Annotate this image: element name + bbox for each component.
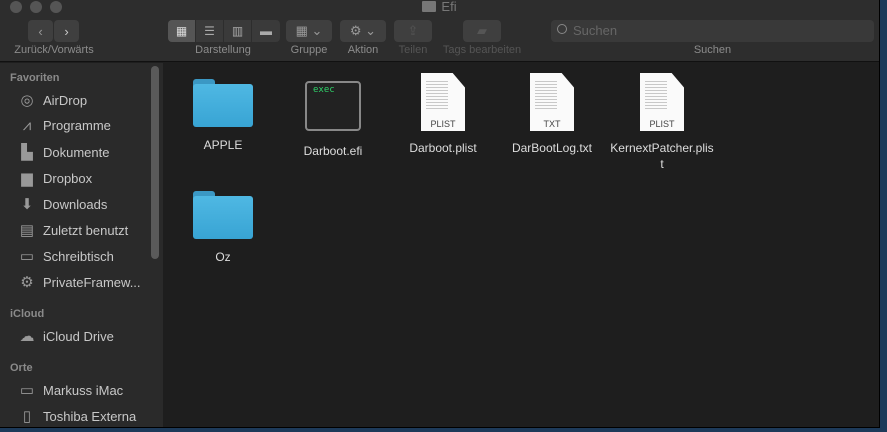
search-placeholder: Suchen — [573, 23, 618, 38]
search-icon — [557, 24, 567, 34]
file-name: APPLE — [203, 138, 243, 152]
file-item-darbootlog-txt[interactable]: TXT DarBootLog.txt — [497, 73, 607, 156]
folder-icon: ▆ — [21, 170, 33, 187]
file-name: Darboot.plist — [409, 141, 477, 155]
places-header: Orte — [10, 362, 33, 374]
window-title: Efi — [0, 0, 879, 14]
folder-icon — [193, 191, 253, 239]
sidebar-scrollbar[interactable] — [151, 66, 159, 259]
file-item-apple[interactable]: APPLE — [168, 69, 278, 153]
toolbar: Efi ‹ › Zurück/Vorwärts ▦ ☰ ▥ ▬ Darstell… — [0, 0, 879, 62]
sidebar-item-dropbox[interactable]: ▆ Dropbox — [18, 169, 92, 187]
search-label: Suchen — [693, 44, 732, 56]
sidebar-item-label: Dropbox — [43, 170, 93, 186]
finder-window: Efi ‹ › Zurück/Vorwärts ▦ ☰ ▥ ▬ Darstell… — [0, 0, 880, 428]
favorites-header: Favoriten — [10, 72, 60, 84]
file-name: Oz — [215, 250, 231, 264]
sidebar-item-privateframeworks[interactable]: ⚙ PrivateFramew... — [18, 273, 141, 291]
executable-icon: exec — [305, 81, 361, 131]
applications-icon: ⩘ — [22, 117, 32, 134]
file-type-badge: TXT — [543, 119, 561, 129]
file-item-darboot-plist[interactable]: PLIST Darboot.plist — [388, 73, 498, 156]
file-name: Darboot.efi — [303, 144, 363, 158]
plist-document-icon: PLIST — [640, 73, 684, 131]
sidebar-item-recents[interactable]: ▤ Zuletzt benutzt — [18, 221, 128, 239]
recents-icon: ▤ — [19, 222, 35, 239]
sidebar-item-desktop[interactable]: ▭ Schreibtisch — [18, 247, 114, 265]
view-switcher[interactable]: ▦ ☰ ▥ ▬ — [168, 20, 280, 42]
exec-badge: exec — [313, 85, 335, 95]
sidebar-item-icloud-drive[interactable]: ☁ iCloud Drive — [18, 327, 114, 345]
group-label: Gruppe — [290, 44, 328, 56]
file-item-kernextpatcher-plist[interactable]: PLIST KernextPatcher.plist — [607, 73, 717, 172]
sidebar-item-label: PrivateFramew... — [43, 274, 141, 290]
search-input[interactable]: Suchen — [551, 20, 874, 42]
cloud-icon: ☁ — [19, 328, 35, 345]
airdrop-icon: ◎ — [20, 92, 34, 109]
sidebar-item-programme[interactable]: ⩘ Programme — [18, 117, 111, 134]
drive-icon: ▯ — [22, 408, 32, 425]
sidebar-item-label: Zuletzt benutzt — [43, 222, 129, 238]
file-type-badge: PLIST — [430, 119, 456, 129]
text-document-icon: TXT — [530, 73, 574, 131]
back-button[interactable]: ‹ — [28, 20, 53, 42]
sidebar-item-toshiba[interactable]: ▯ Toshiba Externa — [18, 407, 136, 425]
sidebar-item-label: iCloud Drive — [43, 328, 114, 344]
file-area: APPLE exec Darboot.efi PLIST Darboot.pli… — [163, 63, 879, 427]
share-button[interactable]: ⇪ — [394, 20, 432, 42]
downloads-icon: ⬇ — [20, 196, 34, 213]
file-type-badge: PLIST — [649, 119, 675, 129]
sidebar-item-dokumente[interactable]: ▙ Dokumente — [18, 143, 109, 161]
plist-document-icon: PLIST — [421, 73, 465, 131]
nav-label: Zurück/Vorwärts — [14, 44, 94, 56]
file-name: KernextPatcher.plist — [610, 141, 714, 171]
sidebar-item-airdrop[interactable]: ◎ AirDrop — [18, 91, 87, 109]
sidebar-item-label: Programme — [43, 118, 111, 133]
gear-icon: ⚙ — [20, 274, 34, 291]
forward-button[interactable]: › — [54, 20, 79, 42]
folder-icon — [422, 1, 437, 12]
window-title-text: Efi — [441, 0, 457, 14]
tags-label: Tags bearbeiten — [442, 44, 522, 56]
sidebar-item-label: Downloads — [43, 196, 108, 212]
column-view-button[interactable]: ▥ — [224, 20, 252, 42]
sidebar-item-label: Markuss iMac — [43, 382, 124, 398]
file-item-darboot-efi[interactable]: exec Darboot.efi — [278, 69, 388, 159]
file-item-oz[interactable]: Oz — [168, 181, 278, 265]
imac-icon: ▭ — [19, 382, 35, 399]
sidebar-item-imac[interactable]: ▭ Markuss iMac — [18, 381, 123, 399]
sidebar-item-label: Schreibtisch — [43, 248, 114, 264]
folder-icon — [193, 79, 253, 127]
sidebar: Favoriten ◎ AirDrop ⩘ Programme ▙ Dokumente… — [0, 63, 163, 427]
action-label: Aktion — [347, 44, 379, 56]
sidebar-item-downloads[interactable]: ⬇ Downloads — [18, 195, 108, 213]
documents-icon: ▙ — [21, 144, 33, 161]
file-name: DarBootLog.txt — [511, 141, 593, 155]
desktop-icon: ▭ — [19, 248, 35, 265]
sidebar-item-label: Dokumente — [43, 144, 110, 160]
list-view-button[interactable]: ☰ — [196, 20, 224, 42]
sidebar-item-label: Toshiba Externa — [43, 408, 137, 424]
view-label: Darstellung — [195, 44, 251, 56]
tags-button[interactable]: ▰ — [463, 20, 501, 42]
sidebar-item-label: AirDrop — [43, 92, 88, 108]
gallery-view-button[interactable]: ▬ — [252, 20, 280, 42]
icon-view-button[interactable]: ▦ — [168, 20, 196, 42]
action-button[interactable]: ⚙ ⌄ — [340, 20, 386, 42]
group-button[interactable]: ▦ ⌄ — [286, 20, 332, 42]
icloud-header: iCloud — [10, 308, 45, 320]
